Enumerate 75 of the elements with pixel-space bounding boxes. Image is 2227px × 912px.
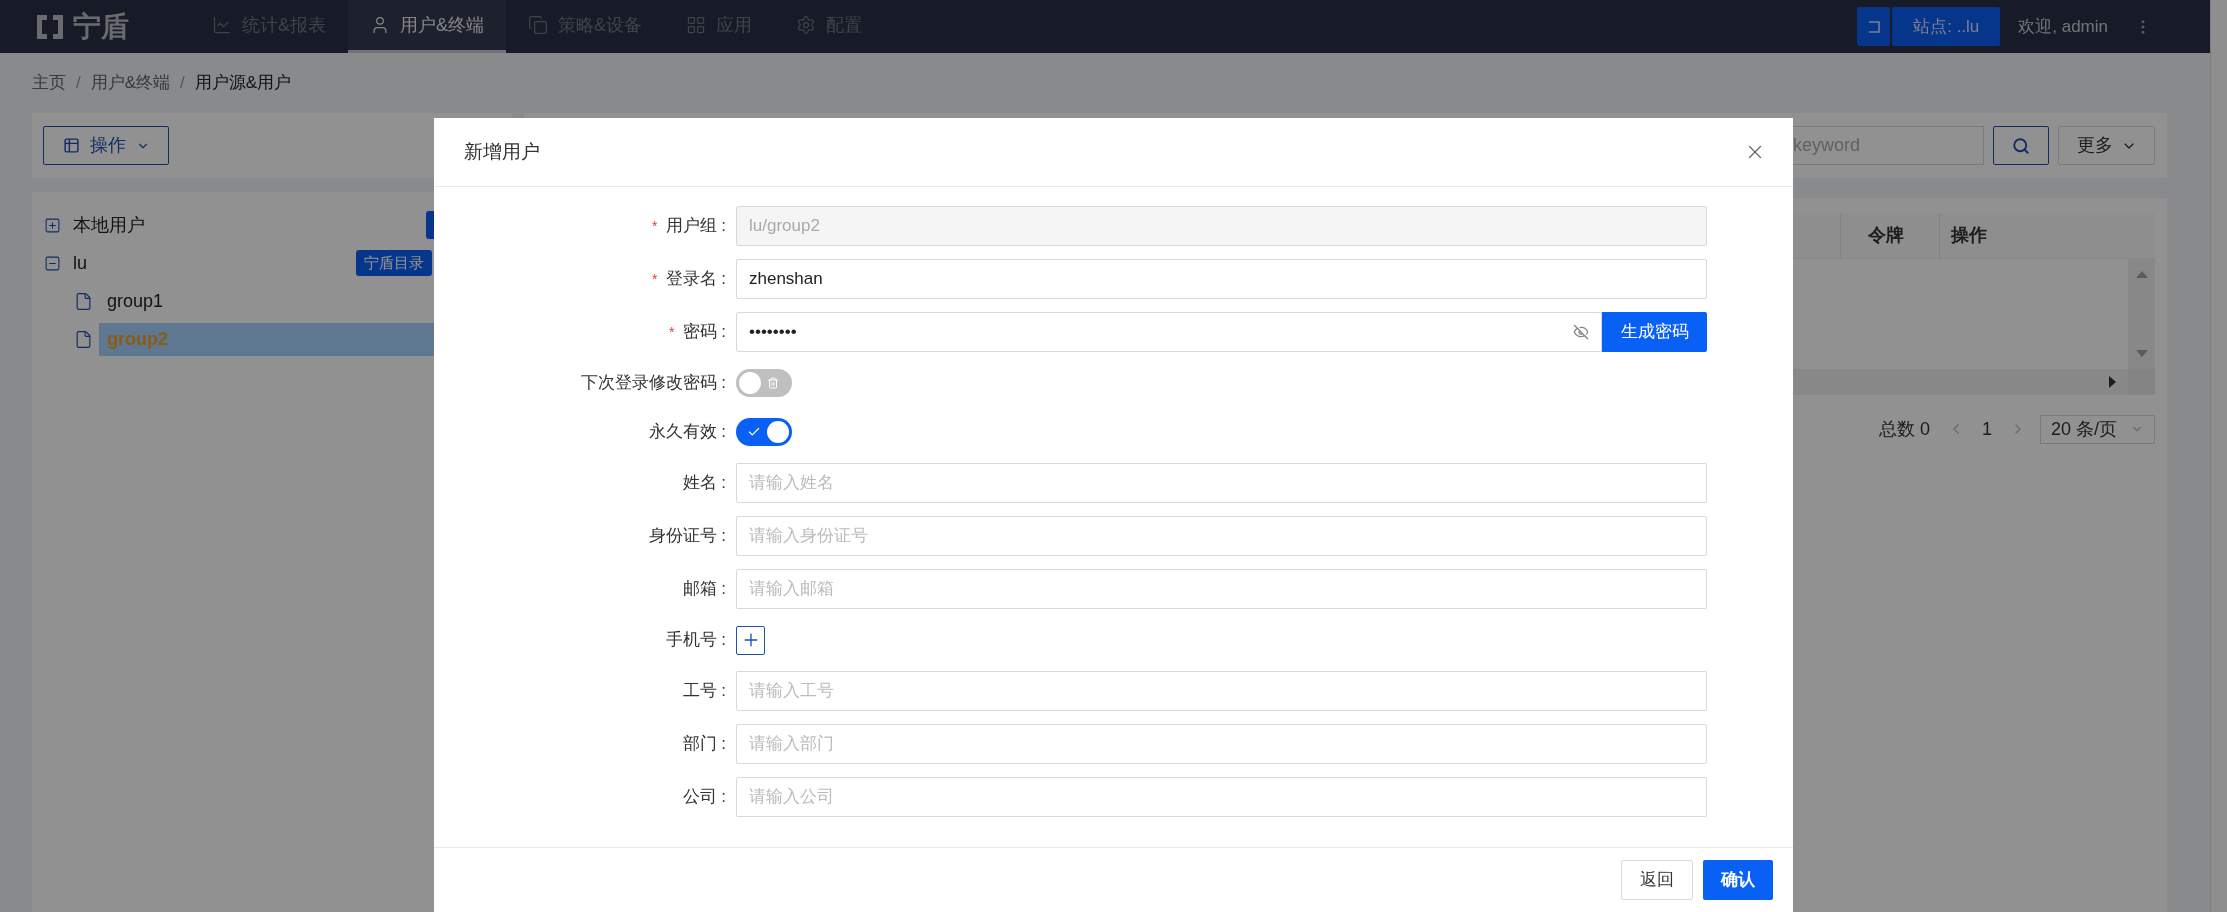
add-button[interactable] (736, 625, 765, 655)
field-label: 姓名 : (682, 472, 726, 495)
nav-icon (212, 15, 232, 35)
nav-icon (528, 15, 549, 35)
tag: 宁盾目录 (356, 250, 432, 276)
nav-icon (796, 15, 817, 35)
field-label: 部门 : (682, 733, 726, 756)
trash-icon (767, 377, 779, 389)
dialog-button[interactable]: 返回 (1621, 860, 1693, 900)
field-label: 用户组 : (665, 215, 726, 238)
down-arrow-icon (2135, 350, 2148, 357)
field-label: 身份证号 : (648, 525, 726, 548)
nav-tab[interactable]: 用户&终端 (348, 0, 507, 53)
toggle-switch[interactable] (736, 418, 792, 446)
file-icon (74, 329, 93, 349)
tag-edge (426, 211, 434, 239)
file-icon (74, 291, 93, 311)
logo-icon (35, 12, 65, 41)
toggle-knob (739, 372, 761, 394)
text-field[interactable]: 请输入公司 (736, 777, 1707, 817)
field-label: 永久有效 : (648, 421, 726, 444)
logo-text: 宁盾 (73, 12, 129, 41)
field-label: 下次登录修改密码 : (580, 372, 726, 395)
welcome-text: 欢迎, admin (2018, 15, 2108, 38)
required-mark: * (652, 216, 658, 236)
page-size-select[interactable]: 20 条/页 (2040, 414, 2155, 444)
toggle-knob (767, 421, 789, 443)
text-field[interactable]: 请输入邮箱 (736, 569, 1707, 609)
up-arrow-icon (2135, 271, 2148, 278)
dialog-title: 新增用户 (464, 139, 540, 164)
text-field[interactable]: 请输入身份证号 (736, 516, 1707, 556)
more-button[interactable]: 更多 (2058, 126, 2155, 165)
breadcrumb-item: 用户源&用户 (194, 72, 292, 95)
eye-off-icon[interactable] (1573, 324, 1589, 340)
required-mark: * (669, 322, 675, 342)
bracket-icon (1866, 19, 1881, 34)
expand-icon[interactable] (44, 216, 61, 234)
collapse-icon[interactable] (44, 254, 61, 272)
table-icon (62, 137, 80, 154)
breadcrumb-separator: / (76, 72, 81, 95)
tree-item[interactable]: 本地用户 (73, 211, 145, 239)
text-field[interactable]: 请输入姓名 (736, 463, 1707, 503)
field-label: 手机号 : (665, 629, 726, 652)
field-label: 公司 : (682, 786, 726, 809)
page-number[interactable]: 1 (1982, 415, 1992, 443)
action-button[interactable]: 操作 (43, 126, 169, 165)
required-mark: * (652, 269, 658, 289)
password-value: •••••••• (749, 321, 798, 344)
text-field[interactable]: 请输入部门 (736, 724, 1707, 764)
field-label: 工号 : (682, 680, 726, 703)
switch-button[interactable] (1857, 7, 1891, 46)
toggle-switch[interactable] (736, 369, 792, 397)
breadcrumb-item[interactable]: 用户&终端 (90, 70, 171, 96)
search-button[interactable] (1993, 126, 2049, 165)
field-label: 登录名 : (665, 268, 726, 291)
text-field[interactable]: 请输入工号 (736, 671, 1707, 711)
nav-icon (686, 15, 707, 35)
breadcrumb-item[interactable]: 主页 (32, 70, 66, 96)
field-label: 密码 : (682, 321, 726, 344)
page-scrollbar[interactable] (2210, 0, 2227, 912)
column-header: 令牌 (1868, 224, 1904, 247)
column-header: 操作 (1951, 224, 1987, 247)
total-count: 总数 0 (1878, 417, 1930, 441)
check-icon (747, 425, 761, 439)
text-field[interactable]: zhenshan (736, 259, 1707, 299)
dialog-button[interactable]: 确认 (1703, 860, 1773, 900)
right-arrow-icon (2109, 376, 2116, 388)
generate-password-button[interactable]: 生成密码 (1602, 312, 1707, 352)
field-label: 邮箱 : (682, 578, 726, 601)
site-button[interactable]: 站点: ..lu (1892, 7, 2001, 46)
breadcrumb-separator: / (180, 72, 185, 95)
search-icon (2012, 136, 2030, 155)
vertical-scrollbar[interactable] (2128, 259, 2155, 369)
tree-item[interactable]: lu (73, 249, 87, 277)
password-field[interactable]: •••••••• (736, 312, 1602, 352)
